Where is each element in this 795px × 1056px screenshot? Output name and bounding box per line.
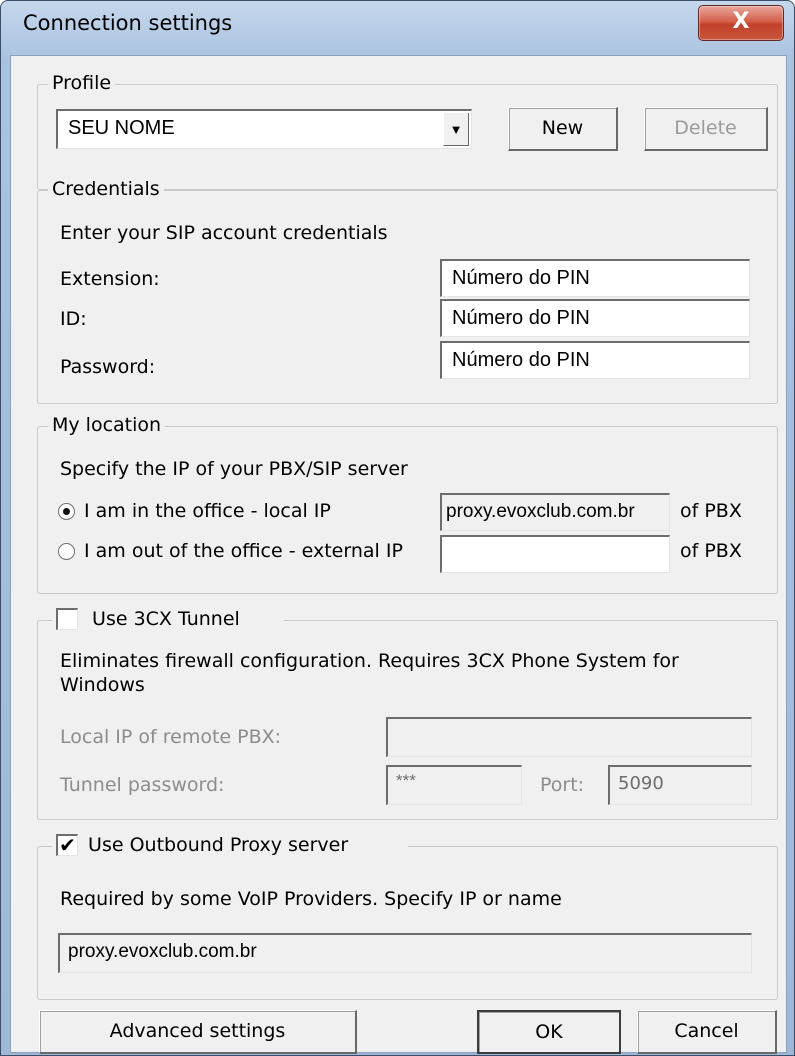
tunnel-group-title: Use 3CX Tunnel	[52, 607, 284, 631]
tunnel-checkbox-label[interactable]: Use 3CX Tunnel	[92, 608, 240, 630]
advanced-settings-button[interactable]: Advanced settings	[39, 1010, 357, 1054]
delete-profile-button[interactable]: Delete	[644, 107, 768, 151]
ok-button[interactable]: OK	[477, 1010, 621, 1054]
tunnel-description-line1: Eliminates firewall configuration. Requi…	[60, 650, 679, 672]
location-intro: Specify the IP of your PBX/SIP server	[60, 458, 408, 480]
proxy-description: Required by some VoIP Providers. Specify…	[60, 888, 562, 910]
port-field[interactable]: 5090	[608, 765, 752, 805]
external-ip-label[interactable]: I am out of the office - external IP	[84, 539, 403, 563]
proxy-checkbox[interactable]: ✔	[56, 832, 78, 857]
connection-settings-window: Connection settings X Profile SEU NOME ▼…	[0, 0, 795, 1056]
location-group: My location Specify the IP of your PBX/S…	[37, 413, 778, 594]
local-ip-suffix: of PBX	[680, 500, 742, 522]
external-ip-radio[interactable]	[58, 543, 75, 560]
password-label: Password:	[60, 356, 156, 378]
profile-group-title: Profile	[48, 71, 116, 95]
proxy-checkbox-label[interactable]: Use Outbound Proxy server	[88, 834, 348, 856]
proxy-group-title: ✔ Use Outbound Proxy server	[52, 832, 409, 857]
window-title: Connection settings	[23, 11, 233, 35]
tunnel-password-field[interactable]: ***	[386, 765, 522, 805]
extension-field[interactable]: Número do PIN	[440, 259, 750, 297]
id-field[interactable]: Número do PIN	[440, 299, 750, 337]
close-icon: X	[732, 9, 750, 34]
external-ip-field[interactable]	[440, 535, 670, 573]
chevron-down-icon[interactable]: ▼	[443, 113, 469, 146]
tunnel-checkbox[interactable]	[56, 607, 78, 630]
tunnel-description-line2: Windows	[60, 674, 145, 696]
profile-selected-value: SEU NOME	[68, 117, 175, 139]
port-label: Port:	[540, 774, 585, 796]
location-group-title: My location	[48, 413, 166, 437]
proxy-address-field[interactable]: proxy.evoxclub.com.br	[58, 933, 752, 973]
title-bar[interactable]: Connection settings X	[1, 1, 794, 45]
extension-label: Extension:	[60, 268, 160, 290]
remote-pbx-ip-label: Local IP of remote PBX:	[60, 726, 282, 748]
external-ip-suffix: of PBX	[680, 540, 742, 562]
local-ip-field[interactable]: proxy.evoxclub.com.br	[440, 493, 670, 531]
proxy-group: ✔ Use Outbound Proxy server Required by …	[37, 833, 778, 1000]
credentials-group: Credentials Enter your SIP account crede…	[37, 177, 778, 404]
cancel-button[interactable]: Cancel	[637, 1010, 777, 1054]
local-ip-label[interactable]: I am in the office - local IP	[84, 499, 331, 523]
dialog-body: Profile SEU NOME ▼ New Delete Credential…	[10, 55, 787, 1054]
id-label: ID:	[60, 308, 87, 330]
local-ip-radio[interactable]	[58, 503, 75, 520]
profile-group: Profile SEU NOME ▼ New Delete	[37, 71, 778, 190]
tunnel-group: Use 3CX Tunnel Eliminates firewall confi…	[37, 607, 778, 820]
credentials-group-title: Credentials	[48, 177, 164, 201]
new-profile-button[interactable]: New	[508, 107, 618, 151]
check-icon: ✔	[59, 832, 76, 857]
remote-pbx-ip-field[interactable]	[386, 717, 752, 757]
password-field[interactable]: Número do PIN	[440, 341, 750, 379]
tunnel-password-label: Tunnel password:	[60, 774, 225, 796]
credentials-intro: Enter your SIP account credentials	[60, 222, 388, 244]
close-button[interactable]: X	[698, 5, 784, 41]
profile-select[interactable]: SEU NOME ▼	[56, 109, 472, 149]
